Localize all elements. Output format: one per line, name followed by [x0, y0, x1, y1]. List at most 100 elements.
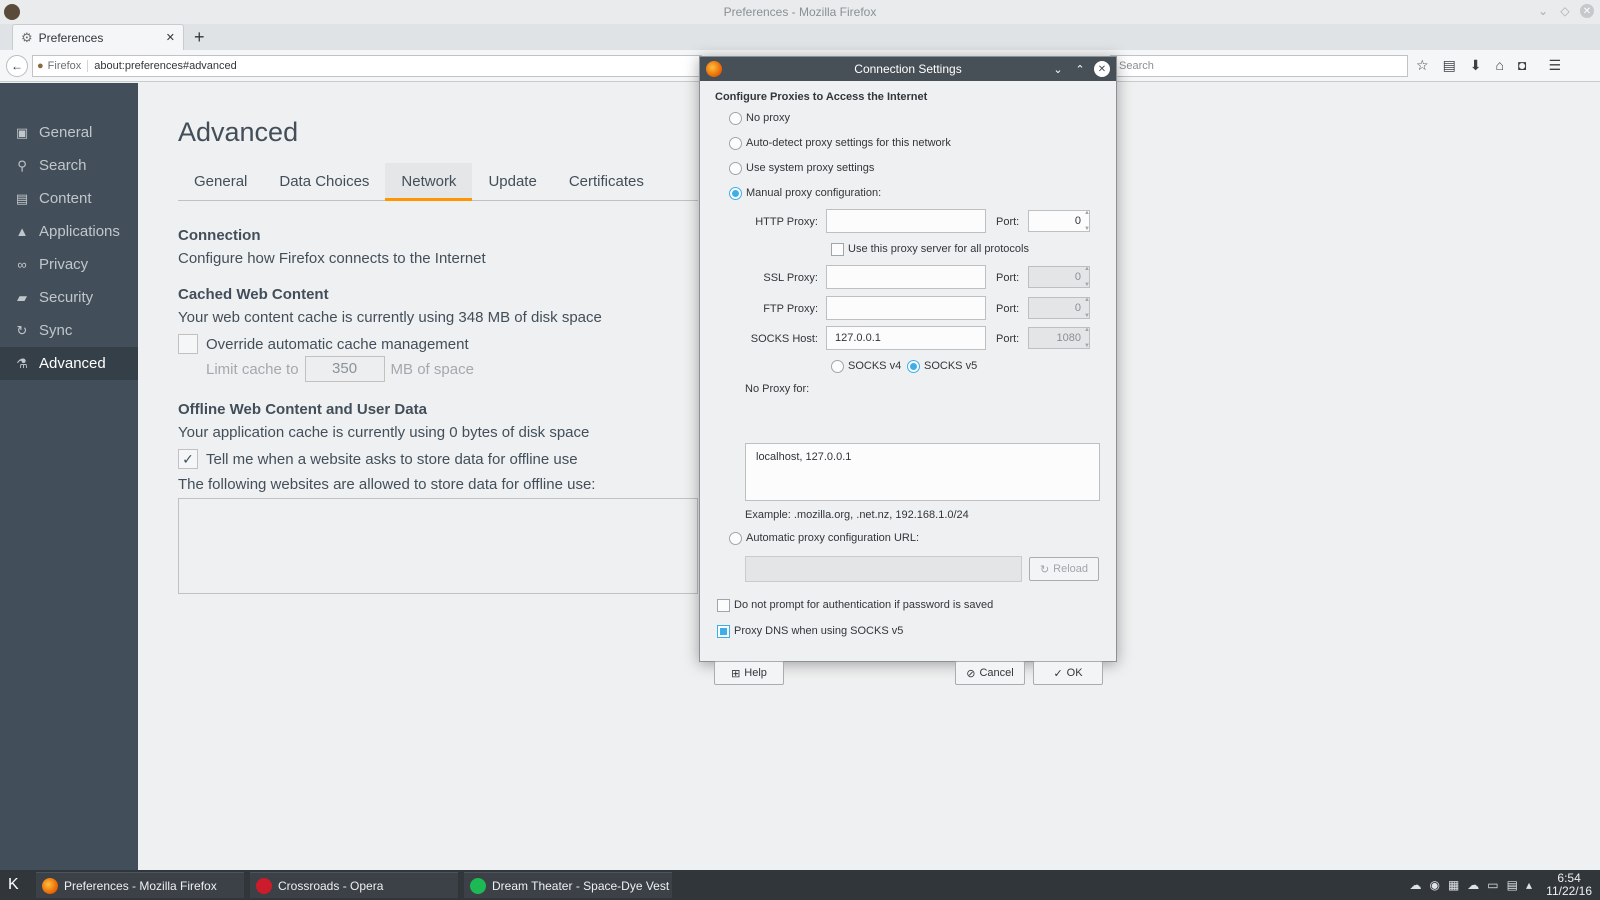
cache-limit-input[interactable]: 350 — [304, 356, 385, 382]
system-proxy-label[interactable]: Use system proxy settings — [746, 162, 874, 174]
tab-network[interactable]: Network — [385, 163, 473, 201]
menu-icon[interactable]: ☰ — [1548, 57, 1561, 74]
url-bar[interactable]: ● Firefox about:preferences#advanced — [32, 55, 702, 77]
sidebar-item-label: Advanced — [39, 355, 106, 372]
auto-url-input[interactable] — [745, 556, 1022, 582]
toolbar-icons: ☆ ▤ ⬇ ⌂ ◘ ☰ — [1416, 57, 1561, 74]
system-proxy-radio[interactable] — [729, 162, 742, 175]
dialog-close-icon[interactable]: ✕ — [1094, 61, 1110, 77]
ftp-port-input[interactable]: 0 — [1028, 297, 1090, 319]
download-icon[interactable]: ⬇ — [1470, 57, 1482, 74]
url-text[interactable]: about:preferences#advanced — [94, 60, 237, 72]
socks-port-spinner[interactable]: ▲ ▼ — [1082, 327, 1092, 349]
socks-host-input[interactable]: 127.0.0.1 — [826, 326, 986, 350]
maximize-icon[interactable]: ◇ — [1558, 4, 1572, 18]
sidebar-item-advanced[interactable]: ⚗ Advanced — [0, 347, 138, 380]
socks-port-input[interactable]: 1080 — [1028, 327, 1090, 349]
socks-v4-label[interactable]: SOCKS v4 — [848, 360, 901, 372]
http-port-input[interactable]: 0 — [1028, 210, 1090, 232]
dialog-minimize-icon[interactable]: ⌄ — [1050, 61, 1066, 77]
ok-button[interactable]: ✓ OK — [1033, 661, 1103, 685]
back-button[interactable]: ← — [6, 55, 28, 77]
media-player-icon[interactable]: ◉ — [1429, 878, 1439, 892]
general-icon: ▣ — [15, 124, 29, 140]
tab-data-choices[interactable]: Data Choices — [263, 163, 385, 201]
sidebar-item-applications[interactable]: ▲ Applications — [0, 215, 138, 248]
help-button[interactable]: ⊞ Help — [714, 661, 784, 685]
sidebar-item-privacy[interactable]: ∞ Privacy — [0, 248, 138, 281]
socks-v4-radio[interactable] — [831, 360, 844, 373]
taskbar-item-firefox[interactable]: Preferences - Mozilla Firefox — [36, 872, 244, 898]
cancel-button[interactable]: ⊘ Cancel — [955, 661, 1025, 685]
ssl-port-input[interactable]: 0 — [1028, 266, 1090, 288]
window-title: Preferences - Mozilla Firefox — [723, 5, 877, 19]
sidebar-item-content[interactable]: ▤ Content — [0, 182, 138, 215]
sidebar-item-security[interactable]: ▰ Security — [0, 281, 138, 314]
ssl-proxy-input[interactable] — [826, 265, 986, 289]
no-prompt-auth-label[interactable]: Do not prompt for authentication if pass… — [734, 599, 993, 611]
ftp-proxy-input[interactable] — [826, 296, 986, 320]
cache-limit-prefix: Limit cache to — [206, 360, 299, 378]
reload-button[interactable]: ↻ Reload — [1029, 557, 1099, 581]
tray-expand-icon[interactable]: ▴ — [1526, 878, 1532, 892]
sidebar-item-sync[interactable]: ↻ Sync — [0, 314, 138, 347]
display-icon[interactable]: ▭ — [1487, 878, 1498, 892]
all-protocols-label[interactable]: Use this proxy server for all protocols — [848, 243, 1029, 255]
pocket-icon[interactable]: ◘ — [1518, 57, 1526, 74]
tab-close-icon[interactable]: ✕ — [166, 31, 175, 44]
taskbar-item-opera[interactable]: Crossroads - Opera — [250, 872, 458, 898]
auto-detect-label[interactable]: Auto-detect proxy settings for this netw… — [746, 137, 951, 149]
all-protocols-checkbox[interactable] — [831, 243, 844, 256]
sidebar-item-general[interactable]: ▣ General — [0, 116, 138, 149]
sync-icon: ↻ — [16, 322, 28, 338]
http-proxy-input[interactable] — [826, 209, 986, 233]
back-arrow-icon: ← — [11, 59, 23, 73]
connection-heading: Connection — [178, 227, 261, 244]
tab-preferences[interactable]: ⚙ Preferences ✕ — [12, 24, 184, 50]
no-prompt-auth-checkbox[interactable] — [717, 599, 730, 612]
tab-strip: ⚙ Preferences ✕ + — [0, 24, 1600, 50]
no-proxy-for-textarea[interactable]: localhost, 127.0.0.1 — [745, 443, 1100, 501]
ftp-port-spinner[interactable]: ▲ ▼ — [1082, 297, 1092, 319]
bookmark-star-icon[interactable]: ☆ — [1416, 57, 1429, 74]
tab-general[interactable]: General — [178, 163, 263, 201]
check-icon: ✓ — [1053, 667, 1063, 680]
new-tab-button[interactable]: + — [194, 27, 205, 47]
ssl-port-spinner[interactable]: ▲ ▼ — [1082, 266, 1092, 288]
identity-label[interactable]: Firefox — [48, 60, 89, 72]
cloud-sync-icon[interactable]: ☁ — [1467, 878, 1479, 892]
tab-certificates[interactable]: Certificates — [553, 163, 660, 201]
socks-host-label: SOCKS Host: — [750, 333, 818, 345]
manual-proxy-label[interactable]: Manual proxy configuration: — [746, 187, 881, 199]
socks-v5-radio[interactable] — [907, 360, 920, 373]
taskbar-item-spotify[interactable]: Dream Theater - Space-Dye Vest — [464, 872, 672, 898]
offline-sites-list[interactable] — [178, 498, 698, 594]
search-input[interactable]: Search — [1110, 55, 1408, 77]
clipboard-icon[interactable]: ▤ — [1507, 878, 1518, 892]
proxy-dns-label[interactable]: Proxy DNS when using SOCKS v5 — [734, 625, 903, 637]
minimize-icon[interactable]: ⌄ — [1536, 4, 1550, 18]
no-proxy-label[interactable]: No proxy — [746, 112, 790, 124]
bookmarks-list-icon[interactable]: ▤ — [1443, 57, 1456, 74]
socks-v5-label[interactable]: SOCKS v5 — [924, 360, 977, 372]
tell-offline-checkbox[interactable]: ✓ — [178, 449, 198, 469]
clock[interactable]: 6:54 11/22/16 — [1546, 872, 1592, 898]
cloud-icon[interactable]: ☁ — [1409, 878, 1421, 892]
tab-update[interactable]: Update — [472, 163, 552, 201]
override-cache-checkbox[interactable] — [178, 334, 198, 354]
proxy-dns-checkbox[interactable] — [717, 625, 730, 638]
us-flag-icon[interactable]: ▦ — [1448, 878, 1459, 892]
kde-launcher-icon[interactable]: K — [8, 876, 19, 894]
sidebar-item-search[interactable]: ⚲ Search — [0, 149, 138, 182]
auto-url-radio[interactable] — [729, 532, 742, 545]
no-proxy-radio[interactable] — [729, 112, 742, 125]
http-port-spinner[interactable]: ▲ ▼ — [1082, 210, 1092, 232]
close-window-icon[interactable]: ✕ — [1580, 4, 1594, 18]
auto-url-label[interactable]: Automatic proxy configuration URL: — [746, 532, 919, 544]
dialog-maximize-icon[interactable]: ⌃ — [1072, 61, 1088, 77]
no-proxy-for-label: No Proxy for: — [745, 383, 810, 395]
auto-detect-radio[interactable] — [729, 137, 742, 150]
manual-proxy-radio[interactable] — [729, 187, 742, 200]
taskbar: K Preferences - Mozilla Firefox Crossroa… — [0, 870, 1600, 900]
home-icon[interactable]: ⌂ — [1496, 57, 1504, 74]
